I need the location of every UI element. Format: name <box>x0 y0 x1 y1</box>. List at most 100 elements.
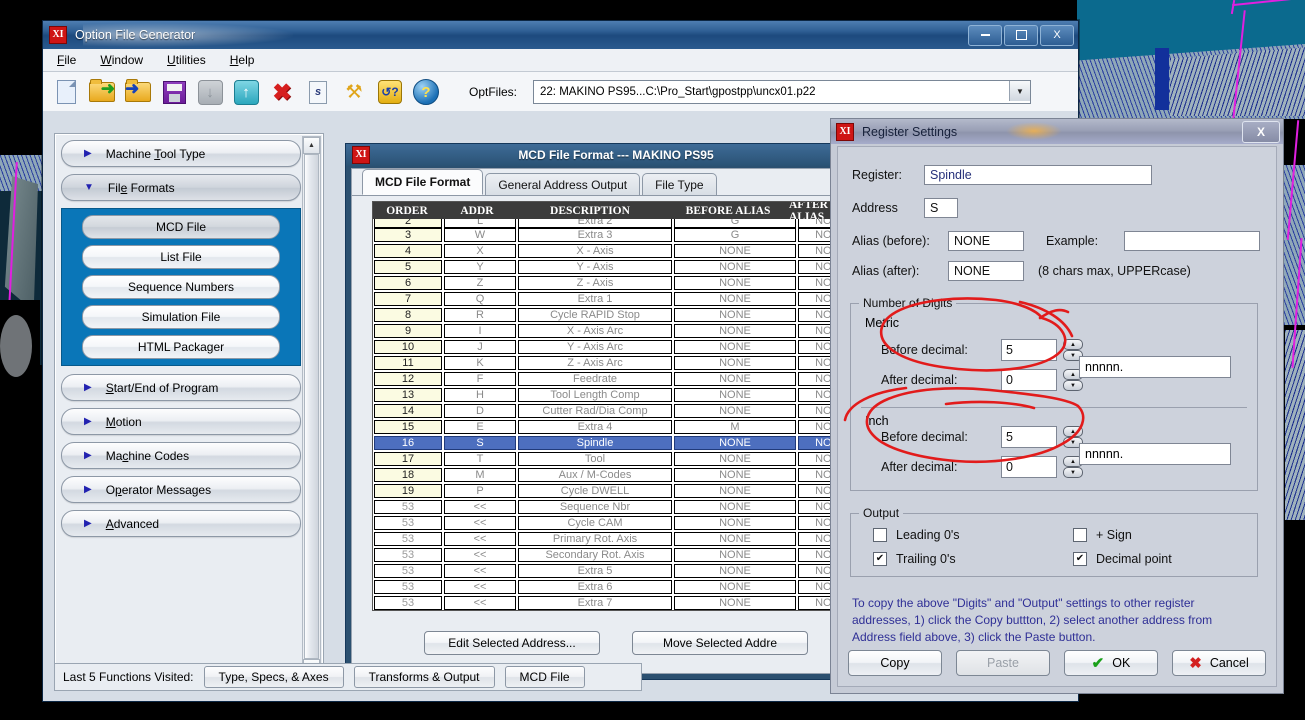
save-floppy-icon[interactable] <box>159 77 189 107</box>
move-selected-address-button[interactable]: Move Selected Addre <box>632 631 808 655</box>
table-row[interactable]: 9IX - Axis ArcNONENONE <box>373 324 865 340</box>
table-row[interactable]: 7QExtra 1NONENONE <box>373 292 865 308</box>
sidebar-item-machine-codes[interactable]: ▶ Machine Codes <box>61 442 301 469</box>
table-row[interactable]: 53<<Extra 6NONENONE <box>373 580 865 596</box>
cell-addr: F <box>444 372 516 386</box>
table-row[interactable]: 53<<Cycle CAMNONENONE <box>373 516 865 532</box>
new-document-icon[interactable] <box>51 77 81 107</box>
ok-button[interactable]: ✔ OK <box>1064 650 1158 676</box>
table-row[interactable]: 53<<Secondary Rot. AxisNONENONE <box>373 548 865 564</box>
open-folder-icon[interactable]: ➜ <box>87 77 117 107</box>
copy-button[interactable]: Copy <box>848 650 942 676</box>
table-row[interactable]: 19PCycle DWELLNONENONE <box>373 484 865 500</box>
table-row[interactable]: 53<<Primary Rot. AxisNONENONE <box>373 532 865 548</box>
table-row[interactable]: 12FFeedrateNONENONE <box>373 372 865 388</box>
inch-before-decimal-input[interactable]: 5 <box>1001 426 1057 448</box>
sidebar-item-html-packager[interactable]: HTML Packager <box>82 335 280 359</box>
metric-after-decimal-input[interactable]: 0 <box>1001 369 1057 391</box>
edit-selected-address-button[interactable]: Edit Selected Address... <box>424 631 600 655</box>
sidebar-item-mcd-file[interactable]: MCD File <box>82 215 280 239</box>
sidebar-item-label: File Formats <box>107 180 175 195</box>
cell-addr: << <box>444 532 516 546</box>
tab-general-address-output[interactable]: General Address Output <box>485 173 641 195</box>
table-row[interactable]: 16SSpindleNONENONE <box>373 436 865 452</box>
chevron-right-icon: ▶ <box>84 415 92 427</box>
tools-icon[interactable]: ⚒ <box>339 77 369 107</box>
cell-addr: X <box>444 244 516 258</box>
table-row[interactable]: 10JY - Axis ArcNONENONE <box>373 340 865 356</box>
undo-help-icon[interactable]: ↺? <box>375 77 405 107</box>
scroll-up-arrow-icon[interactable]: ▲ <box>303 137 320 154</box>
recent-function-type-specs-axes[interactable]: Type, Specs, & Axes <box>203 666 344 688</box>
table-row[interactable]: 3WExtra 3GNONE <box>373 228 865 244</box>
close-button[interactable]: X <box>1040 24 1074 46</box>
alias-before-input[interactable]: NONE <box>948 231 1024 251</box>
cancel-button[interactable]: ✖ Cancel <box>1172 650 1266 676</box>
spinner-up-icon[interactable]: ▲ <box>1063 426 1083 437</box>
table-row[interactable]: 13HTool Length CompNONENONE <box>373 388 865 404</box>
plus-sign-checkbox[interactable] <box>1073 528 1087 542</box>
sidebar-item-simulation-file[interactable]: Simulation File <box>82 305 280 329</box>
menu-file[interactable]: File <box>53 51 80 69</box>
table-row[interactable]: 17TToolNONENONE <box>373 452 865 468</box>
file-formats-submenu: MCD File List File Sequence Numbers Simu… <box>61 208 301 366</box>
spinner-up-icon[interactable]: ▲ <box>1063 339 1083 350</box>
table-row[interactable]: 53<<Extra 5NONENONE <box>373 564 865 580</box>
sidebar-item-operator-messages[interactable]: ▶ Operator Messages <box>61 476 301 503</box>
table-row[interactable]: 5YY - AxisNONENONE <box>373 260 865 276</box>
sidebar-item-list-file[interactable]: List File <box>82 245 280 269</box>
table-row[interactable]: 8RCycle RAPID StopNONENONE <box>373 308 865 324</box>
cell-order: 2 <box>374 219 442 228</box>
table-row[interactable]: 6ZZ - AxisNONENONE <box>373 276 865 292</box>
script-doc-icon[interactable]: s <box>303 77 333 107</box>
sidebar-item-motion[interactable]: ▶ Motion <box>61 408 301 435</box>
example-input[interactable] <box>1124 231 1260 251</box>
cell-description: Tool <box>518 452 672 466</box>
register-input[interactable]: Spindle <box>924 165 1152 185</box>
cell-before-alias: NONE <box>674 436 796 450</box>
cell-before-alias: NONE <box>674 468 796 482</box>
register-dialog-close-button[interactable]: X <box>1242 121 1280 143</box>
leading-zeros-checkbox[interactable] <box>873 528 887 542</box>
chevron-right-icon: ▶ <box>84 147 92 159</box>
sidebar-item-start-end-of-program[interactable]: ▶ Start/End of Program <box>61 374 301 401</box>
menu-help[interactable]: Help <box>226 51 259 69</box>
table-row[interactable]: 53<<Extra 7NONENONE <box>373 596 865 610</box>
sidebar-scrollbar[interactable]: ▲ ▼ <box>302 136 321 677</box>
sidebar-item-sequence-numbers[interactable]: Sequence Numbers <box>82 275 280 299</box>
table-row[interactable]: 18MAux / M-CodesNONENONE <box>373 468 865 484</box>
help-icon[interactable]: ? <box>411 77 441 107</box>
sidebar-item-advanced[interactable]: ▶ Advanced <box>61 510 301 537</box>
sidebar-item-file-formats[interactable]: ▼ File Formats <box>61 174 301 201</box>
metric-before-decimal-input[interactable]: 5 <box>1001 339 1057 361</box>
optfiles-combobox[interactable]: 22: MAKINO PS95...C:\Pro_Start\gpostpp\u… <box>533 80 1032 104</box>
table-row[interactable]: 53<<Sequence NbrNONENONE <box>373 500 865 516</box>
address-input[interactable]: S <box>924 198 958 218</box>
menu-utilities[interactable]: Utilities <box>163 51 210 69</box>
save-as-folder-icon[interactable]: ➜ <box>123 77 153 107</box>
menu-window[interactable]: Window <box>96 51 147 69</box>
delete-x-icon[interactable]: ✖ <box>267 77 297 107</box>
decimal-point-checkbox[interactable]: ✔ <box>1073 552 1087 566</box>
table-row[interactable]: 11KZ - Axis ArcNONENONE <box>373 356 865 372</box>
table-row[interactable]: 15EExtra 4MNONE <box>373 420 865 436</box>
inch-after-decimal-input[interactable]: 0 <box>1001 456 1057 478</box>
sidebar-item-machine-tool-type[interactable]: ▶ Machine Tool Type <box>61 140 301 167</box>
upload-icon[interactable]: ↑ <box>231 77 261 107</box>
spinner-down-icon[interactable]: ▼ <box>1063 380 1083 391</box>
trailing-zeros-checkbox[interactable]: ✔ <box>873 552 887 566</box>
table-row[interactable]: 4XX - AxisNONENONE <box>373 244 865 260</box>
alias-after-input[interactable]: NONE <box>948 261 1024 281</box>
maximize-button[interactable] <box>1004 24 1038 46</box>
minimize-button[interactable] <box>968 24 1002 46</box>
scrollbar-thumb[interactable] <box>304 154 319 659</box>
recent-function-transforms-output[interactable]: Transforms & Output <box>353 666 495 688</box>
tab-file-type[interactable]: File Type <box>642 173 717 195</box>
recent-function-mcd-file[interactable]: MCD File <box>504 666 585 688</box>
mcd-action-buttons: Edit Selected Address... Move Selected A… <box>352 631 880 655</box>
chevron-down-icon[interactable]: ▼ <box>1009 81 1031 101</box>
tab-mcd-file-format[interactable]: MCD File Format <box>362 169 484 195</box>
table-row[interactable]: 2LExtra 2GNONE <box>373 219 865 228</box>
table-row[interactable]: 14DCutter Rad/Dia CompNONENONE <box>373 404 865 420</box>
spinner-down-icon[interactable]: ▼ <box>1063 467 1083 478</box>
